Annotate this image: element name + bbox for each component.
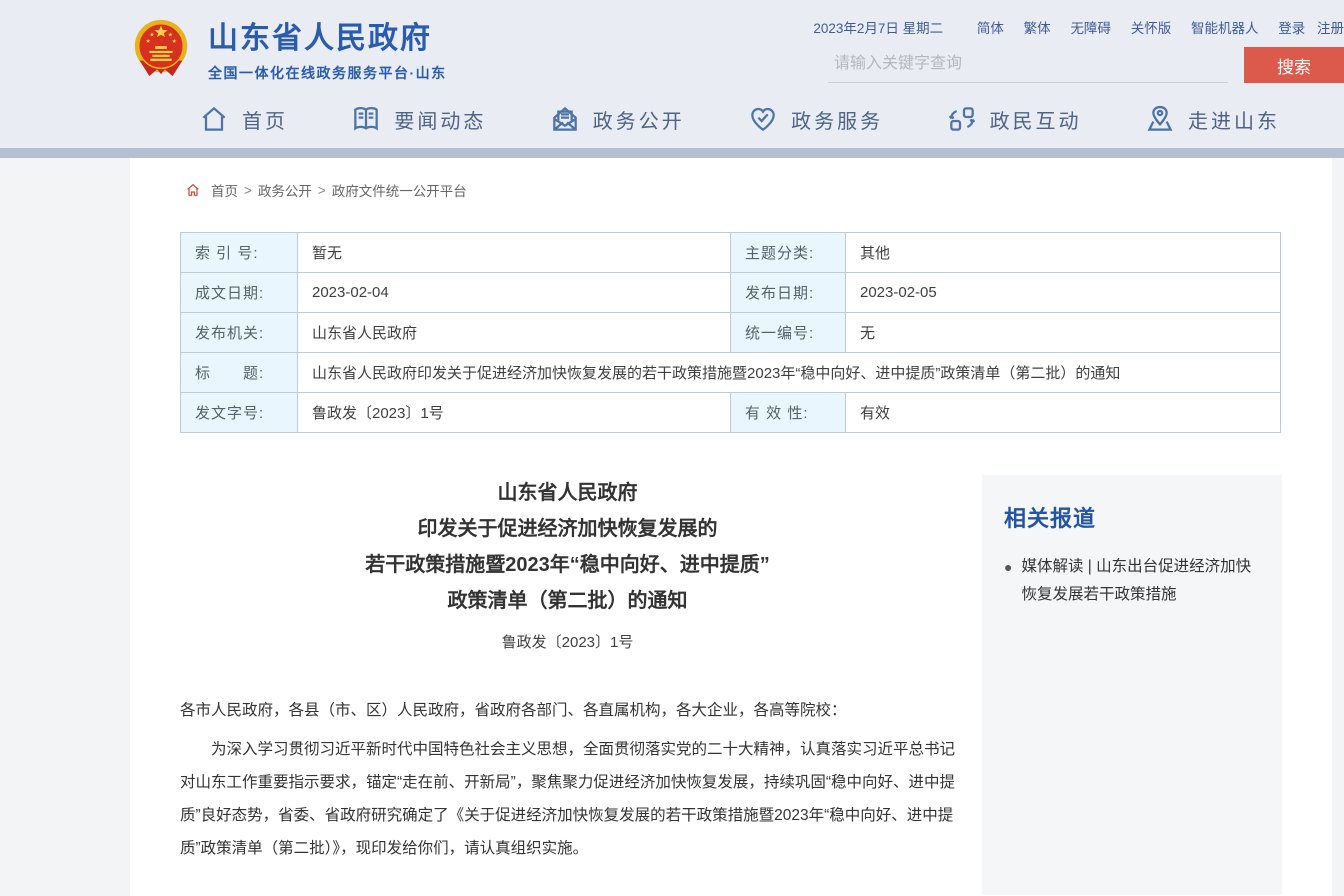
current-date: 2023年2月7日 星期二 <box>813 21 943 36</box>
heart-icon <box>747 103 779 135</box>
nav-item-interaction[interactable]: 政民互动 <box>946 103 1082 135</box>
meta-label-category: 主题分类: <box>731 233 846 273</box>
main-nav: 首页 要闻动态 政务公开 政务服务 政民互动 走进山东 <box>130 96 1344 148</box>
nav-item-services[interactable]: 政务服务 <box>747 103 883 135</box>
link-traditional[interactable]: 繁体 <box>1024 21 1051 36</box>
meta-value-index: 暂无 <box>298 233 731 273</box>
nav-item-news[interactable]: 要闻动态 <box>350 103 486 135</box>
table-row: 索 引 号: 暂无 主题分类: 其他 <box>181 233 1281 273</box>
article: 山东省人民政府 印发关于促进经济加快恢复发展的 若干政策措施暨2023年“稳中向… <box>180 475 955 895</box>
document-number: 鲁政发〔2023〕1号 <box>180 631 955 652</box>
related-reports-panel: 相关报道 ● 媒体解读 | 山东出台促进经济加快恢复发展若干政策措施 <box>982 475 1282 895</box>
book-icon <box>350 103 382 135</box>
meta-value-unified-number: 无 <box>846 313 1281 353</box>
meta-value-category: 其他 <box>846 233 1281 273</box>
meta-label-issuing-agency: 发布机关: <box>181 313 298 353</box>
national-emblem-logo: ★ ★ ★ ★ <box>130 16 192 80</box>
mail-icon <box>549 103 581 135</box>
meta-value-validity: 有效 <box>846 393 1281 433</box>
table-row: 标 题: 山东省人民政府印发关于促进经济加快恢复发展的若干政策措施暨2023年“… <box>181 353 1281 393</box>
breadcrumb-home-icon <box>185 182 201 198</box>
site-header: ★ ★ ★ ★ 山东省人民政府 全国一体化在线政务服务平台·山东 2023年2月… <box>0 0 1344 158</box>
breadcrumb-gov-info[interactable]: 政务公开 <box>258 180 312 200</box>
map-pin-icon <box>1144 103 1176 135</box>
interaction-icon <box>946 103 978 135</box>
list-item[interactable]: ● 媒体解读 | 山东出台促进经济加快恢复发展若干政策措施 <box>1004 553 1260 609</box>
meta-label-written-date: 成文日期: <box>181 273 298 313</box>
svg-text:★: ★ <box>146 38 151 45</box>
meta-label-validity: 有 效 性: <box>731 393 846 433</box>
table-row: 成文日期: 2023-02-04 发布日期: 2023-02-05 <box>181 273 1281 313</box>
meta-label-unified-number: 统一编号: <box>731 313 846 353</box>
related-reports-heading: 相关报道 <box>1004 501 1260 533</box>
link-login[interactable]: 登录 <box>1278 21 1305 36</box>
link-care-version[interactable]: 关怀版 <box>1131 21 1172 36</box>
meta-label-doc-number: 发文字号: <box>181 393 298 433</box>
search-button[interactable]: 搜索 <box>1244 47 1344 83</box>
meta-value-issuing-agency: 山东省人民政府 <box>298 313 731 353</box>
svg-text:★: ★ <box>149 31 154 38</box>
nav-item-home[interactable]: 首页 <box>198 103 288 135</box>
document-title: 山东省人民政府 印发关于促进经济加快恢复发展的 若干政策措施暨2023年“稳中向… <box>180 475 955 619</box>
meta-value-publish-date: 2023-02-05 <box>846 273 1281 313</box>
bullet-icon: ● <box>1004 553 1012 609</box>
search-input[interactable] <box>828 51 1228 83</box>
nav-item-about[interactable]: 走进山东 <box>1144 103 1280 135</box>
article-paragraph: 为深入学习贯彻习近平新时代中国特色社会主义思想，全面贯彻落实党的二十大精神，认真… <box>180 733 955 865</box>
meta-value-doc-number: 鲁政发〔2023〕1号 <box>298 393 731 433</box>
svg-text:★: ★ <box>168 31 173 38</box>
page-content: 首页 > 政务公开 > 政府文件统一公开平台 索 引 号: 暂无 主题分类: 其… <box>130 158 1332 896</box>
site-title: 山东省人民政府 <box>208 13 447 57</box>
table-row: 发文字号: 鲁政发〔2023〕1号 有 效 性: 有效 <box>181 393 1281 433</box>
breadcrumb: 首页 > 政务公开 > 政府文件统一公开平台 <box>130 158 1332 200</box>
breadcrumb-home[interactable]: 首页 <box>211 180 238 200</box>
search-bar: 搜索 <box>828 47 1344 83</box>
link-robot[interactable]: 智能机器人 <box>1191 21 1259 36</box>
nav-item-gov-info[interactable]: 政务公开 <box>549 103 685 135</box>
article-paragraph: 各市人民政府，各县（市、区）人民政府，省政府各部门、各直属机构，各大企业，各高等… <box>180 694 955 727</box>
related-reports-list: ● 媒体解读 | 山东出台促进经济加快恢复发展若干政策措施 <box>1004 553 1260 609</box>
meta-label-publish-date: 发布日期: <box>731 273 846 313</box>
header-divider <box>0 148 1344 158</box>
home-icon <box>198 103 230 135</box>
meta-label-index: 索 引 号: <box>181 233 298 273</box>
link-simplified[interactable]: 简体 <box>977 21 1004 36</box>
brand: ★ ★ ★ ★ 山东省人民政府 全国一体化在线政务服务平台·山东 <box>130 13 447 83</box>
table-row: 发布机关: 山东省人民政府 统一编号: 无 <box>181 313 1281 353</box>
document-meta-table: 索 引 号: 暂无 主题分类: 其他 成文日期: 2023-02-04 发布日期… <box>180 232 1281 433</box>
breadcrumb-platform[interactable]: 政府文件统一公开平台 <box>332 180 467 200</box>
svg-text:★: ★ <box>172 38 177 45</box>
topbar: 2023年2月7日 星期二 简体 繁体 无障碍 关怀版 智能机器人 登录 注册 <box>813 17 1344 37</box>
meta-label-title: 标 题: <box>181 353 298 393</box>
meta-value-written-date: 2023-02-04 <box>298 273 731 313</box>
meta-value-title: 山东省人民政府印发关于促进经济加快恢复发展的若干政策措施暨2023年“稳中向好、… <box>298 353 1281 393</box>
link-register[interactable]: 注册 <box>1317 21 1344 36</box>
link-accessibility[interactable]: 无障碍 <box>1070 21 1111 36</box>
site-subtitle: 全国一体化在线政务服务平台·山东 <box>208 63 447 83</box>
